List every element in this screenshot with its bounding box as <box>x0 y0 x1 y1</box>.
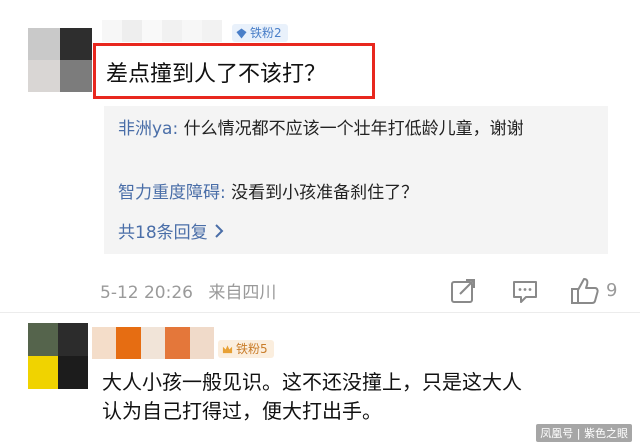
username-blurred[interactable] <box>92 327 214 359</box>
avatar[interactable] <box>28 323 88 389</box>
diamond-icon <box>236 27 247 39</box>
comment-meta: 5-12 20:26 来自四川 <box>100 278 276 303</box>
thumbs-up-icon[interactable] <box>570 276 600 306</box>
fan-badge-label: 铁粉5 <box>236 342 268 356</box>
watermark: 凤凰号 | 紫色之眼 <box>536 424 632 442</box>
reply-separator: : <box>172 119 184 139</box>
comment-icon[interactable] <box>512 278 538 304</box>
more-replies-link[interactable]: 共18条回复 <box>118 218 224 243</box>
avatar[interactable] <box>28 28 92 92</box>
comment-text: 差点撞到人了不该打？ <box>106 62 327 87</box>
timestamp: 5-12 20:26 <box>100 283 193 303</box>
divider <box>0 312 640 313</box>
chevron-right-icon <box>214 223 224 238</box>
reply-author[interactable]: 智力重度障碍 <box>118 183 220 203</box>
share-icon[interactable] <box>450 278 476 304</box>
reply-item[interactable]: 非洲ya: 什么情况都不应该一个壮年打低龄儿童，谢谢 <box>118 116 594 142</box>
reply-text: 什么情况都不应该一个壮年打低龄儿童，谢谢 <box>183 119 524 139</box>
crown-icon <box>222 344 233 353</box>
like-count: 9 <box>606 280 618 301</box>
location: 来自四川 <box>208 283 277 303</box>
reply-panel: 非洲ya: 什么情况都不应该一个壮年打低龄儿童，谢谢 智力重度障碍: 没看到小孩… <box>104 106 608 254</box>
reply-item[interactable]: 智力重度障碍: 没看到小孩准备刹住了？ <box>118 180 418 206</box>
reply-author[interactable]: 非洲ya <box>118 119 172 139</box>
reply-text: 没看到小孩准备刹住了？ <box>231 183 419 203</box>
comment-text: 大人小孩一般见识。这不还没撞上，只是这大人认为自己打得过，便大打出手。 <box>102 370 522 423</box>
more-replies-label: 共18条回复 <box>118 223 208 243</box>
fan-badge: 铁粉5 <box>218 340 274 358</box>
fan-badge: 铁粉2 <box>232 24 288 42</box>
fan-badge-label: 铁粉2 <box>250 26 282 40</box>
reply-separator: : <box>220 183 232 203</box>
username-blurred[interactable] <box>102 20 222 42</box>
